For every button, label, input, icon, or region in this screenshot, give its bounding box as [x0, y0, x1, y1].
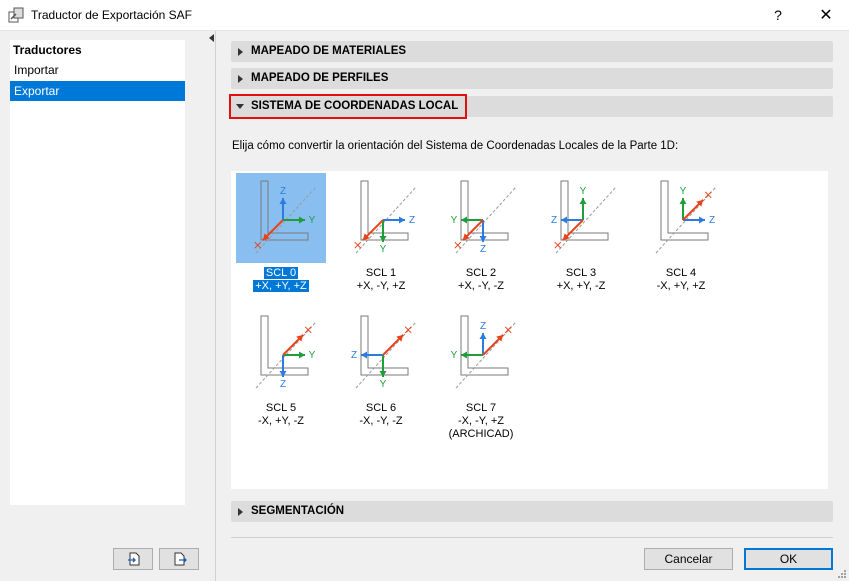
svg-text:Y: Y [451, 215, 458, 226]
panel-splitter[interactable] [215, 31, 216, 581]
import-file-icon [128, 552, 140, 566]
scl-options-panel: ZY SCL 0 +X, +Y, +Z ZY SCL 1 +X, -Y, +Z … [231, 171, 828, 489]
l-profile-icon: ZY [655, 180, 717, 254]
scl-axes: +X, +Y, +Z [253, 280, 309, 292]
export-file-icon [174, 552, 187, 566]
window-title: Traductor de Exportación SAF [31, 8, 192, 22]
expand-icon [238, 48, 243, 56]
svg-text:Z: Z [480, 244, 486, 255]
ok-button[interactable]: OK [744, 548, 833, 570]
help-button[interactable]: ? [765, 0, 791, 31]
scl-name: SCL 7 [465, 402, 497, 414]
separator [231, 537, 833, 538]
expand-icon [238, 508, 243, 516]
scl-name: SCL 6 [365, 402, 397, 414]
sidebar-header: Traductores [13, 43, 82, 57]
translators-list: Traductores Importar Exportar [10, 40, 185, 505]
scl-diagram: ZY [436, 308, 526, 398]
section-label: SEGMENTACIÓN [251, 505, 345, 517]
svg-text:Y: Y [680, 186, 687, 197]
scl-axes: -X, -Y, +Z [458, 415, 504, 427]
scl-axes: -X, -Y, -Z [359, 415, 403, 427]
scl-name: SCL 4 [665, 267, 697, 279]
l-profile-icon: ZY [254, 180, 317, 254]
svg-text:Y: Y [380, 244, 387, 255]
import-translator-button[interactable] [113, 548, 153, 570]
l-profile-icon: ZY [551, 180, 617, 254]
scl-diagram: ZY [336, 173, 426, 263]
svg-text:Y: Y [380, 379, 387, 390]
svg-text:Z: Z [480, 321, 486, 332]
l-profile-icon: ZY [451, 315, 517, 389]
svg-text:Z: Z [709, 215, 715, 226]
svg-text:Y: Y [309, 350, 316, 361]
scl-name: SCL 2 [465, 267, 497, 279]
scl-axes: +X, -Y, -Z [458, 280, 504, 292]
expand-icon [238, 75, 243, 83]
l-profile-icon: ZY [354, 180, 417, 255]
scl-axes: -X, +Y, +Z [656, 280, 706, 292]
sidebar-item-export[interactable]: Exportar [10, 81, 185, 101]
l-profile-icon: ZY [451, 180, 517, 255]
scl-diagram: ZY [536, 173, 626, 263]
scl-axes: +X, -Y, +Z [356, 280, 406, 292]
scl-name: SCL 5 [265, 402, 297, 414]
cancel-button[interactable]: Cancelar [644, 548, 733, 570]
svg-text:Y: Y [451, 350, 458, 361]
scl-name: SCL 0 [263, 267, 299, 279]
scl-diagram: ZY [236, 308, 326, 398]
l-profile-icon: ZY [255, 315, 317, 390]
section-segmentation[interactable]: SEGMENTACIÓN [231, 501, 833, 522]
scl-diagram: ZY [336, 308, 426, 398]
section-label: MAPEADO DE PERFILES [251, 72, 389, 84]
section-profiles-mapping[interactable]: MAPEADO DE PERFILES [231, 68, 833, 89]
svg-text:Z: Z [409, 215, 415, 226]
resize-grip-icon[interactable] [836, 568, 846, 578]
scl-name: SCL 3 [565, 267, 597, 279]
section-materials-mapping[interactable]: MAPEADO DE MATERIALES [231, 41, 833, 62]
scl-diagram: ZY [636, 173, 726, 263]
scl-axes: -X, +Y, -Z [258, 415, 304, 427]
scl-name: SCL 1 [365, 267, 397, 279]
close-button[interactable]: ✕ [811, 0, 841, 31]
scl-diagram: ZY [436, 173, 526, 263]
scl-note: (ARCHICAD) [448, 428, 514, 440]
instruction-text: Elija cómo convertir la orientación del … [232, 140, 679, 152]
collapse-sidebar-icon[interactable] [209, 34, 214, 42]
app-icon [8, 7, 24, 23]
svg-text:Y: Y [309, 215, 316, 226]
svg-text:Y: Y [580, 186, 587, 197]
l-profile-icon: ZY [351, 315, 417, 390]
svg-text:Z: Z [351, 350, 357, 361]
svg-text:Z: Z [280, 186, 286, 197]
title-bar: Traductor de Exportación SAF ? ✕ [0, 0, 849, 31]
svg-text:Z: Z [551, 215, 557, 226]
scl-diagram: ZY [236, 173, 326, 263]
highlight-box [229, 94, 467, 119]
scl-axes: +X, +Y, -Z [556, 280, 606, 292]
section-label: MAPEADO DE MATERIALES [251, 45, 407, 57]
svg-text:Z: Z [280, 379, 286, 390]
sidebar-item-import[interactable]: Importar [10, 60, 185, 80]
export-translator-button[interactable] [159, 548, 199, 570]
